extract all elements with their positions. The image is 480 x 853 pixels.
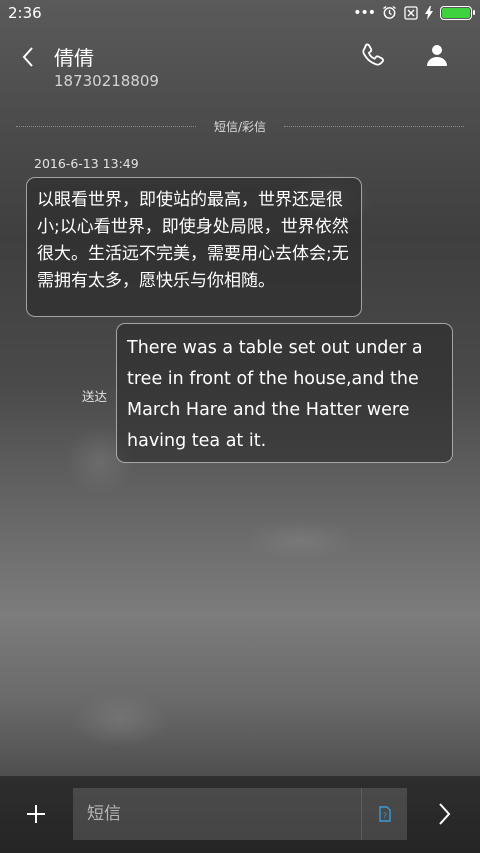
back-button[interactable] [14,40,42,74]
more-dots-icon: ••• [353,4,376,21]
svg-text:?: ? [382,812,386,821]
status-icons: ••• [353,4,475,21]
send-button[interactable] [430,800,458,828]
alarm-icon [383,5,396,19]
channel-divider: 短信/彩信 [16,118,464,136]
contact-phone-number: 18730218809 [54,72,159,90]
back-arrow-icon [22,47,33,67]
message-input[interactable] [73,788,361,840]
template-icon: ? [378,806,391,822]
message-composer: ? [0,776,480,853]
divider-line-right [284,126,464,127]
person-icon [427,45,447,66]
no-sim-icon [404,5,418,20]
send-chevron-icon [439,803,451,825]
contact-profile-button[interactable] [424,42,452,70]
conversation-header: 倩倩 18730218809 [0,28,480,108]
status-bar: 2:36 ••• [0,0,480,28]
message-field: ? [73,788,407,840]
contact-name: 倩倩 [54,46,94,70]
call-button[interactable] [360,42,388,70]
delivery-status: 送达 [82,389,108,404]
outgoing-message-bubble[interactable]: There was a table set out under a tree i… [116,323,453,463]
phone-icon [362,43,384,66]
status-time: 2:36 [8,4,42,22]
charging-bolt-icon [425,5,433,20]
battery-icon [440,5,475,20]
plus-icon [27,805,45,823]
battery-level [442,7,470,18]
message-timestamp: 2016-6-13 13:49 [34,156,139,171]
template-button[interactable]: ? [361,788,407,840]
incoming-message-bubble[interactable]: 以眼看世界，即使站的最高，世界还是很小;以心看世界，即使身处局限，世界依然很大。… [26,177,362,317]
add-attachment-button[interactable] [22,800,50,828]
